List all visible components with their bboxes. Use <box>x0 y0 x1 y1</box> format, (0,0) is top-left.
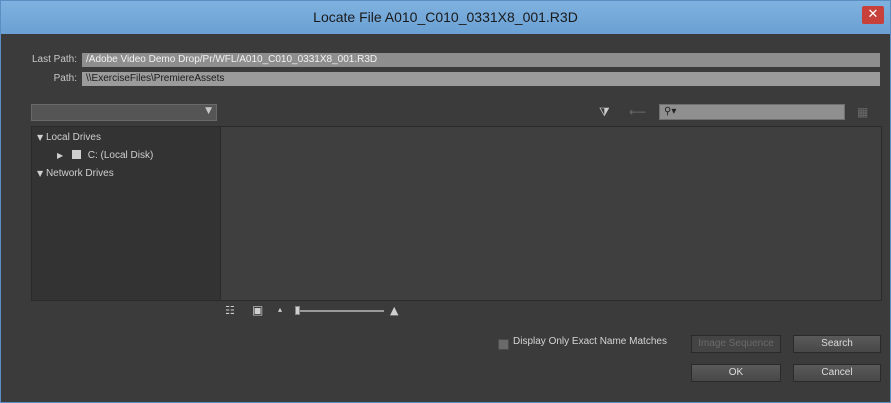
last-path-label: Last Path: <box>31 54 77 65</box>
tree-item-label: Network Drives <box>45 168 114 179</box>
ok-button[interactable]: OK <box>691 364 781 382</box>
icon-view-icon[interactable]: ▣ <box>252 303 263 317</box>
drive-tree: ▼ Local Drives ▶ C: (Local Disk) ▼ Netwo… <box>31 126 221 301</box>
new-folder-icon[interactable]: ▦ <box>857 105 868 119</box>
tree-item-label: C: (Local Disk) <box>87 150 154 161</box>
zoom-slider-handle[interactable] <box>295 306 300 315</box>
filter-icon[interactable]: ⧩ <box>599 105 610 120</box>
exact-match-checkbox[interactable] <box>498 339 509 350</box>
zoom-small-icon: ▴ <box>278 305 283 314</box>
last-path-field: /Adobe Video Demo Drop/Pr/WFL/A010_C010_… <box>82 53 880 67</box>
path-label: Path: <box>53 73 77 84</box>
tree-item-local-disk[interactable]: ▶ C: (Local Disk) <box>57 150 153 161</box>
dialog-body: Last Path: /Adobe Video Demo Drop/Pr/WFL… <box>9 34 882 397</box>
image-sequence-button[interactable]: Image Sequence <box>691 335 781 353</box>
location-dropdown[interactable]: ▼ <box>31 104 217 121</box>
close-button[interactable]: ✕ <box>862 6 884 24</box>
expanded-triangle-icon[interactable]: ▼ <box>37 133 43 142</box>
search-button[interactable]: Search <box>793 335 881 353</box>
search-input[interactable]: ⚲▾ <box>659 104 845 120</box>
tree-item-network-drives[interactable]: ▼ Network Drives <box>37 168 114 179</box>
tree-item-local-drives[interactable]: ▼ Local Drives <box>37 132 101 143</box>
expanded-triangle-icon[interactable]: ▼ <box>37 169 43 178</box>
zoom-large-icon: ▲ <box>390 304 399 317</box>
list-view-icon[interactable]: ☷ <box>225 304 235 317</box>
cancel-button[interactable]: Cancel <box>793 364 881 382</box>
back-arrow-icon[interactable]: ⟵ <box>629 105 646 119</box>
exact-match-label: Display Only Exact Name Matches <box>513 336 667 347</box>
zoom-slider[interactable] <box>296 310 384 312</box>
title-bar[interactable]: Locate File A010_C010_0331X8_001.R3D ✕ <box>1 1 890 34</box>
locate-file-dialog: Locate File A010_C010_0331X8_001.R3D ✕ L… <box>0 0 891 403</box>
disk-icon <box>71 150 81 159</box>
collapsed-triangle-icon[interactable]: ▶ <box>57 151 63 160</box>
tree-item-label: Local Drives <box>45 132 101 143</box>
file-list-pane[interactable] <box>221 126 882 301</box>
chevron-down-icon: ▼ <box>205 106 212 116</box>
path-field[interactable]: \\ExerciseFiles\PremiereAssets <box>82 72 880 86</box>
window-title: Locate File A010_C010_0331X8_001.R3D <box>313 9 578 25</box>
